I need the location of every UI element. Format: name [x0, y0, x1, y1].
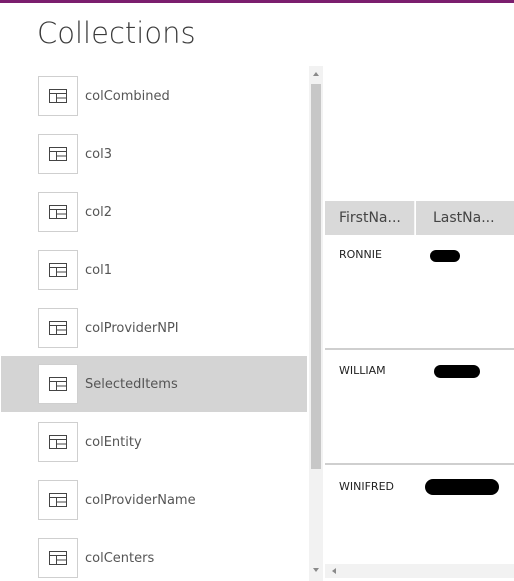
row-divider	[325, 463, 514, 465]
cell-firstname: WILLIAM	[339, 364, 386, 377]
list-item[interactable]: colEntity	[1, 414, 307, 470]
table-icon	[38, 192, 78, 232]
table-icon	[38, 480, 78, 520]
list-item-label: colProviderName	[85, 492, 196, 508]
table-icon	[38, 308, 78, 348]
vertical-scrollbar-thumb[interactable]	[311, 84, 321, 469]
cell-firstname: RONNIE	[339, 248, 382, 261]
table-icon	[38, 364, 78, 404]
table-icon	[38, 422, 78, 462]
table-icon	[38, 250, 78, 290]
column-header-lastname[interactable]: LastNa...	[416, 201, 514, 235]
accent-bar	[0, 0, 514, 3]
redaction-mark	[430, 250, 460, 262]
list-item-label: colEntity	[85, 434, 142, 450]
scroll-down-icon[interactable]	[313, 568, 319, 572]
list-item[interactable]: colProviderName	[1, 472, 307, 528]
collections-list: colCombined col3 col2 col1 colProviderNP…	[0, 66, 307, 581]
table-icon	[38, 538, 78, 578]
data-grid: FirstNa... LastNa... RONNIE WILLIAM WINI…	[325, 66, 514, 581]
redaction-mark	[425, 479, 499, 495]
list-item-selected[interactable]: SelectedItems	[1, 356, 307, 412]
list-item-label: col3	[85, 146, 112, 162]
list-item[interactable]: colCenters	[1, 530, 307, 581]
cell-firstname: WINIFRED	[339, 480, 394, 493]
list-item-label: colCombined	[85, 88, 170, 104]
list-item[interactable]: col1	[1, 242, 307, 298]
list-item[interactable]: colCombined	[1, 68, 307, 124]
table-icon	[38, 76, 78, 116]
horizontal-scrollbar[interactable]	[325, 564, 514, 578]
scroll-left-icon[interactable]	[332, 568, 336, 574]
table-icon	[38, 134, 78, 174]
column-header-firstname[interactable]: FirstNa...	[325, 201, 415, 235]
scroll-up-icon[interactable]	[313, 72, 319, 76]
redaction-mark	[434, 365, 480, 378]
row-divider	[325, 348, 514, 350]
list-item-label: colCenters	[85, 550, 155, 566]
list-item[interactable]: col3	[1, 126, 307, 182]
list-item-label: col2	[85, 204, 112, 220]
list-item-label: colProviderNPI	[85, 320, 179, 336]
list-item[interactable]: col2	[1, 184, 307, 240]
list-item-label: SelectedItems	[85, 376, 178, 392]
page-title: Collections	[37, 16, 196, 50]
list-item-label: col1	[85, 262, 112, 278]
list-item[interactable]: colProviderNPI	[1, 300, 307, 356]
